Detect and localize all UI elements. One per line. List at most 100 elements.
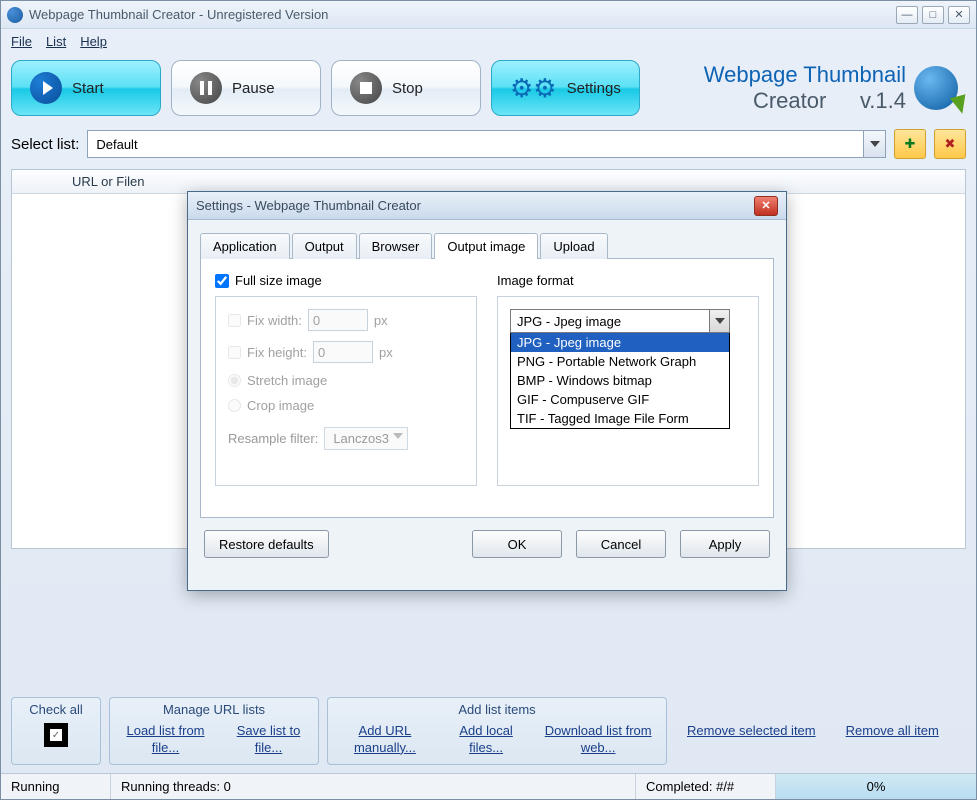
format-dropdown-list: JPG - Jpeg image PNG - Portable Network … xyxy=(510,332,730,429)
apply-button[interactable]: Apply xyxy=(680,530,770,558)
minimize-button[interactable]: — xyxy=(896,6,918,24)
app-icon xyxy=(7,7,23,23)
select-list-row: Select list: Default ✚ ✖ xyxy=(1,123,976,165)
format-selected: JPG - Jpeg image xyxy=(517,314,621,329)
status-running: Running xyxy=(1,774,111,799)
status-completed: Completed: #/# xyxy=(636,774,776,799)
progress-bar: 0% xyxy=(776,774,976,799)
cancel-button[interactable]: Cancel xyxy=(576,530,666,558)
settings-label: Settings xyxy=(567,80,621,97)
tab-application[interactable]: Application xyxy=(200,233,290,259)
check-icon: ✓ xyxy=(52,730,60,741)
stop-label: Stop xyxy=(392,80,423,97)
dialog-buttons: Restore defaults OK Cancel Apply xyxy=(188,530,786,572)
dialog-close-button[interactable]: ✕ xyxy=(754,196,778,216)
crop-radio[interactable] xyxy=(228,399,241,412)
main-window: Webpage Thumbnail Creator - Unregistered… xyxy=(0,0,977,800)
start-label: Start xyxy=(72,80,104,97)
image-format-label: Image format xyxy=(497,273,574,288)
brand: Webpage Thumbnail Creator v.1.4 xyxy=(650,62,966,114)
fix-height-input[interactable] xyxy=(313,341,373,363)
statusbar: Running Running threads: 0 Completed: #/… xyxy=(1,773,976,799)
restore-defaults-button[interactable]: Restore defaults xyxy=(204,530,329,558)
chevron-down-icon xyxy=(709,310,729,332)
window-title: Webpage Thumbnail Creator - Unregistered… xyxy=(29,7,896,22)
delete-list-button[interactable]: ✖ xyxy=(934,129,966,159)
stretch-radio[interactable] xyxy=(228,374,241,387)
new-list-button[interactable]: ✚ xyxy=(894,129,926,159)
check-all-panel: Check all ✓ xyxy=(11,697,101,765)
size-fieldset: Fix width: px Fix height: px Stretch ima… xyxy=(215,296,477,486)
add-url-link[interactable]: Add URL manually... xyxy=(338,723,432,757)
menu-file[interactable]: File xyxy=(11,34,32,49)
save-list-link[interactable]: Save list to file... xyxy=(229,723,308,757)
add-items-panel: Add list items Add URL manually... Add l… xyxy=(327,697,667,765)
globe-icon xyxy=(914,66,958,110)
add-title: Add list items xyxy=(338,702,656,717)
tab-browser[interactable]: Browser xyxy=(359,233,433,259)
load-list-link[interactable]: Load list from file... xyxy=(120,723,211,757)
download-list-link[interactable]: Download list from web... xyxy=(540,723,656,757)
gear-icon: ⚙⚙ xyxy=(510,73,557,104)
ok-button[interactable]: OK xyxy=(472,530,562,558)
toolbar: Start Pause Stop ⚙⚙ Settings Webpage Thu… xyxy=(1,53,976,123)
bottom-panels: Check all ✓ Manage URL lists Load list f… xyxy=(1,691,976,771)
fix-width-input[interactable] xyxy=(308,309,368,331)
resample-select[interactable]: Lanczos3 xyxy=(324,427,408,450)
plus-page-icon: ✚ xyxy=(905,136,916,152)
progress-text: 0% xyxy=(867,779,886,794)
format-option-jpg[interactable]: JPG - Jpeg image xyxy=(511,333,729,352)
tab-content: Full size image Fix width: px Fix height… xyxy=(200,258,774,518)
remove-selected-link[interactable]: Remove selected item xyxy=(687,723,816,740)
manage-title: Manage URL lists xyxy=(120,702,308,717)
full-size-checkbox[interactable] xyxy=(215,274,229,288)
check-all-button[interactable]: ✓ xyxy=(44,723,68,747)
stretch-label: Stretch image xyxy=(247,373,327,388)
pause-icon xyxy=(190,72,222,104)
select-list-combo[interactable]: Default xyxy=(87,130,886,158)
pause-label: Pause xyxy=(232,80,275,97)
manage-lists-panel: Manage URL lists Load list from file... … xyxy=(109,697,319,765)
remove-all-link[interactable]: Remove all item xyxy=(846,723,939,740)
crop-label: Crop image xyxy=(247,398,314,413)
fix-height-checkbox[interactable] xyxy=(228,346,241,359)
tab-upload[interactable]: Upload xyxy=(540,233,607,259)
format-fieldset: JPG - Jpeg image JPG - Jpeg image PNG - … xyxy=(497,296,759,486)
format-option-bmp[interactable]: BMP - Windows bitmap xyxy=(511,371,729,390)
tab-output[interactable]: Output xyxy=(292,233,357,259)
format-option-gif[interactable]: GIF - Compuserve GIF xyxy=(511,390,729,409)
dialog-tabs: Application Output Browser Output image … xyxy=(188,220,786,258)
select-list-label: Select list: xyxy=(11,136,79,153)
image-format-group: Image format JPG - Jpeg image JPG - Jpeg… xyxy=(497,273,759,503)
play-icon xyxy=(30,72,62,104)
chevron-down-icon xyxy=(863,131,885,157)
fix-width-label: Fix width: xyxy=(247,313,302,328)
start-button[interactable]: Start xyxy=(11,60,161,116)
menubar: File List Help xyxy=(1,29,976,53)
format-combo[interactable]: JPG - Jpeg image xyxy=(510,309,730,333)
titlebar: Webpage Thumbnail Creator - Unregistered… xyxy=(1,1,976,29)
brand-line1: Webpage Thumbnail xyxy=(704,62,906,88)
add-local-link[interactable]: Add local files... xyxy=(450,723,523,757)
settings-button[interactable]: ⚙⚙ Settings xyxy=(491,60,640,116)
chevron-down-icon xyxy=(393,433,403,439)
close-button[interactable]: ✕ xyxy=(948,6,970,24)
fix-width-checkbox[interactable] xyxy=(228,314,241,327)
remove-links: Remove selected item Remove all item xyxy=(675,697,951,765)
format-option-png[interactable]: PNG - Portable Network Graph xyxy=(511,352,729,371)
maximize-button[interactable]: □ xyxy=(922,6,944,24)
menu-help[interactable]: Help xyxy=(80,34,107,49)
pause-button[interactable]: Pause xyxy=(171,60,321,116)
resample-label: Resample filter: xyxy=(228,431,318,446)
select-list-value: Default xyxy=(96,137,137,152)
status-threads: Running threads: 0 xyxy=(111,774,636,799)
delete-page-icon: ✖ xyxy=(945,136,956,152)
menu-list[interactable]: List xyxy=(46,34,66,49)
dialog-titlebar[interactable]: Settings - Webpage Thumbnail Creator ✕ xyxy=(188,192,786,220)
dialog-title: Settings - Webpage Thumbnail Creator xyxy=(196,198,754,213)
settings-dialog: Settings - Webpage Thumbnail Creator ✕ A… xyxy=(187,191,787,591)
tab-output-image[interactable]: Output image xyxy=(434,233,538,259)
stop-button[interactable]: Stop xyxy=(331,60,481,116)
brand-line2: Creator xyxy=(753,88,826,113)
format-option-tif[interactable]: TIF - Tagged Image File Form xyxy=(511,409,729,428)
